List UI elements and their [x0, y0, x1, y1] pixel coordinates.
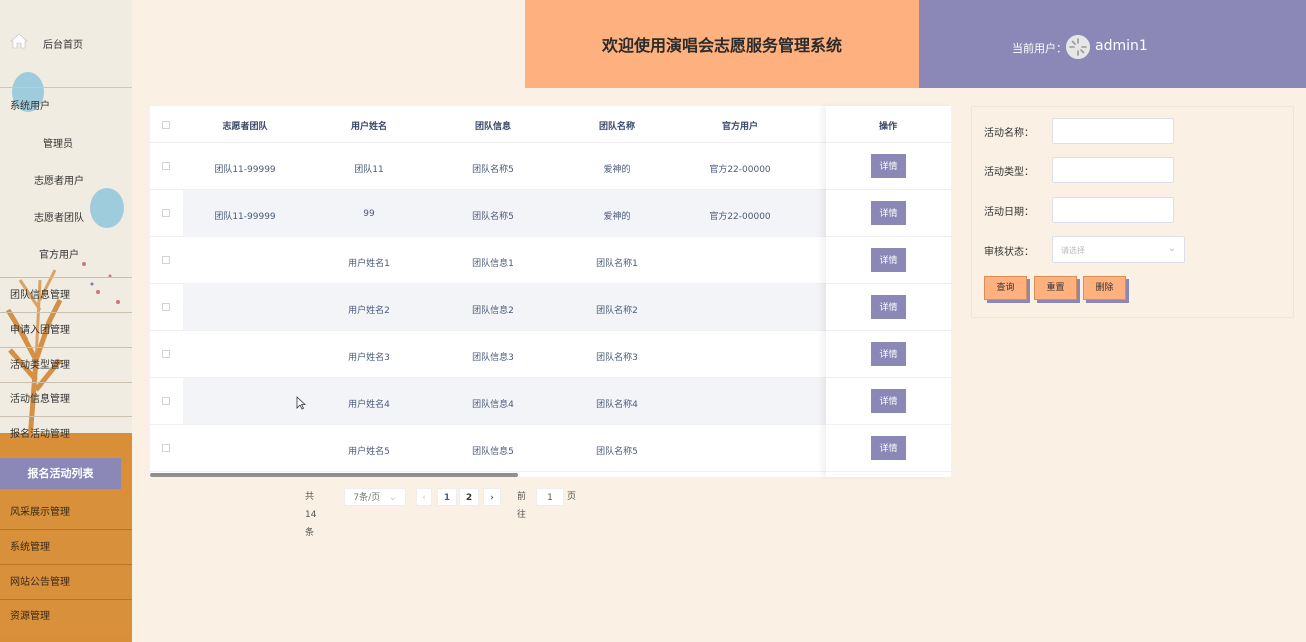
page-unit-label: 页	[567, 492, 577, 502]
review-status-select[interactable]: 请选择 ⌄	[1052, 236, 1185, 263]
sidebar-item-join-requests[interactable]: 申请入团管理	[0, 314, 132, 348]
column-header-team-name: 团队名称	[598, 122, 635, 132]
sidebar-item-signup-management[interactable]: 报名活动管理	[0, 418, 132, 452]
row-checkbox[interactable]	[162, 350, 170, 358]
header-user-panel: 当前用户： admin1	[919, 0, 1306, 88]
sidebar-item-activity-types[interactable]: 活动类型管理	[0, 349, 132, 383]
actions-column	[826, 106, 951, 477]
cell-official-user: 官方22-00000	[709, 165, 771, 175]
column-header-official-user: 官方用户	[721, 122, 758, 132]
current-username[interactable]: admin1	[1095, 38, 1148, 54]
query-button[interactable]: 查询	[984, 276, 1027, 300]
sidebar-item-announcements[interactable]: 网站公告管理	[0, 566, 132, 600]
row-checkbox[interactable]	[162, 209, 170, 217]
cell-team-name: 团队名称1	[596, 259, 638, 269]
row-checkbox[interactable]	[162, 444, 170, 452]
reset-button[interactable]: 重置	[1034, 276, 1077, 300]
sidebar: 后台首页 系统用户 管理员 志愿者用户 志愿者团队 官方用户 团队信息管理 申请…	[0, 0, 132, 642]
page-2-button[interactable]: 2	[459, 488, 479, 506]
avatar-icon[interactable]	[1066, 35, 1090, 59]
cell-user-name: 用户姓名1	[348, 259, 390, 269]
cell-volunteer-team: 团队11-99999	[214, 212, 276, 222]
column-header-user-name: 用户姓名	[350, 122, 387, 132]
sidebar-item-admin[interactable]: 管理员	[0, 128, 132, 162]
page-size-value: 7条/页	[353, 493, 381, 503]
filter-panel: 活动名称： 活动类型： 活动日期： 审核状态： 请选择 ⌄ 查询 重置 删除	[971, 106, 1294, 318]
cell-team-info: 团队名称5	[472, 212, 514, 222]
cell-user-name: 团队11	[354, 165, 384, 175]
cell-team-info: 团队信息5	[472, 447, 514, 457]
sidebar-item-signup-list[interactable]: 报名活动列表	[0, 458, 121, 489]
cell-team-info: 团队信息2	[472, 306, 514, 316]
cell-team-name: 团队名称5	[596, 447, 638, 457]
cell-user-name: 用户姓名3	[348, 353, 390, 363]
activity-name-label: 活动名称：	[984, 128, 1034, 139]
activity-type-input[interactable]	[1052, 157, 1174, 183]
row-checkbox[interactable]	[162, 256, 170, 264]
cell-team-name: 爱神的	[603, 212, 631, 222]
goto-label: 前往	[517, 492, 527, 520]
prev-page-button[interactable]: ‹	[416, 488, 432, 506]
sidebar-item-system-users[interactable]: 系统用户	[0, 90, 132, 124]
cell-user-name: 用户姓名2	[348, 306, 390, 316]
current-user-label: 当前用户：	[1012, 42, 1067, 55]
chevron-down-icon: ⌄	[389, 493, 397, 503]
row-checkbox[interactable]	[162, 162, 170, 170]
sidebar-item-resources[interactable]: 资源管理	[0, 600, 132, 634]
sidebar-item-activity-info[interactable]: 活动信息管理	[0, 383, 132, 417]
cell-user-name: 99	[363, 209, 375, 219]
activity-type-label: 活动类型：	[984, 167, 1034, 178]
cell-team-name: 团队名称2	[596, 306, 638, 316]
home-icon	[10, 33, 28, 49]
cell-team-info: 团队信息1	[472, 259, 514, 269]
chevron-down-icon: ⌄	[1167, 243, 1176, 254]
activity-name-input[interactable]	[1052, 118, 1174, 144]
row-checkbox[interactable]	[162, 303, 170, 311]
page-size-select[interactable]: 7条/页 ⌄	[344, 488, 406, 506]
row-checkbox[interactable]	[162, 397, 170, 405]
delete-button[interactable]: 删除	[1083, 276, 1126, 300]
cell-volunteer-team: 团队11-99999	[214, 165, 276, 175]
sidebar-item-showcase[interactable]: 风采展示管理	[0, 496, 132, 530]
page-1-button[interactable]: 1	[437, 488, 457, 506]
next-page-button[interactable]: ›	[483, 488, 501, 506]
sidebar-item-volunteer-users[interactable]: 志愿者用户	[0, 165, 132, 199]
page-title: 欢迎使用演唱会志愿服务管理系统	[601, 36, 842, 55]
sidebar-item-volunteer-teams[interactable]: 志愿者团队	[0, 202, 132, 236]
cell-team-info: 团队名称5	[472, 165, 514, 175]
cell-team-name: 爱神的	[603, 165, 631, 175]
cell-official-user: 官方22-00000	[709, 212, 771, 222]
column-header-volunteer-team: 志愿者团队	[222, 122, 268, 132]
goto-page-input[interactable]: 1	[536, 488, 564, 506]
cell-team-name: 团队名称3	[596, 353, 638, 363]
cell-team-info: 团队信息4	[472, 400, 514, 410]
cell-user-name: 用户姓名4	[348, 400, 390, 410]
sidebar-item-system-management[interactable]: 系统管理	[0, 531, 132, 565]
cell-team-info: 团队信息3	[472, 353, 514, 363]
cell-user-name: 用户姓名5	[348, 447, 390, 457]
activity-date-label: 活动日期：	[984, 207, 1034, 218]
review-status-placeholder: 请选择	[1061, 246, 1085, 255]
pagination-total: 共 14 条	[305, 492, 317, 538]
cell-team-name: 团队名称4	[596, 400, 638, 410]
sidebar-item-team-info[interactable]: 团队信息管理	[0, 279, 132, 313]
sidebar-home-label: 后台首页	[43, 40, 83, 51]
sidebar-home[interactable]: 后台首页	[0, 0, 132, 88]
sidebar-item-official-users[interactable]: 官方用户	[0, 239, 132, 278]
horizontal-scrollbar[interactable]	[150, 473, 518, 477]
data-table: 志愿者团队 用户姓名 团队信息 团队名称 官方用户 操作 团队11-99999 团…	[150, 106, 951, 477]
review-status-label: 审核状态：	[984, 247, 1034, 258]
select-all-checkbox[interactable]	[162, 121, 170, 129]
activity-date-input[interactable]	[1052, 197, 1174, 223]
column-header-team-info: 团队信息	[474, 122, 511, 132]
header-title-banner: 欢迎使用演唱会志愿服务管理系统	[525, 0, 919, 88]
